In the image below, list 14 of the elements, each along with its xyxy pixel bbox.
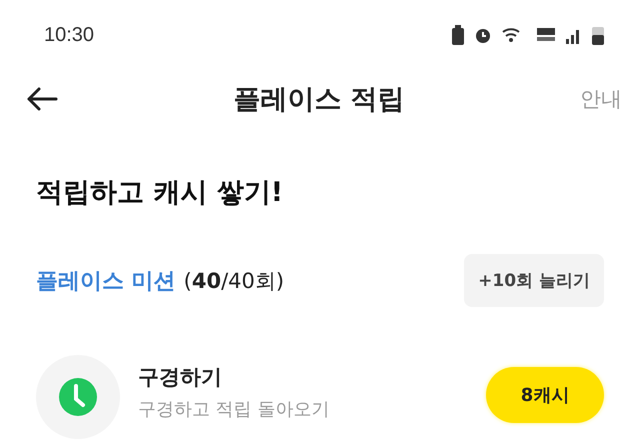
- status-time: 10:30: [44, 24, 94, 46]
- reward-button[interactable]: 8캐시: [486, 367, 604, 423]
- headline: 적립하고 캐시 쌓기!: [36, 176, 284, 210]
- task-title: 구경하기: [138, 364, 223, 391]
- mission-count: (40/40회): [184, 268, 284, 294]
- battery-icon: [592, 25, 604, 45]
- mission-title: 플레이스 미션: [36, 268, 176, 296]
- alarm-icon: [474, 26, 492, 44]
- page-title: 플레이스 적립: [233, 83, 405, 117]
- task-subtitle: 구경하고 적립 돌아오기: [138, 398, 330, 421]
- clock-icon: [58, 377, 98, 417]
- battery-saver-icon: [452, 25, 464, 45]
- increase-button[interactable]: +10회 늘리기: [464, 254, 604, 307]
- back-arrow-icon[interactable]: [26, 87, 58, 111]
